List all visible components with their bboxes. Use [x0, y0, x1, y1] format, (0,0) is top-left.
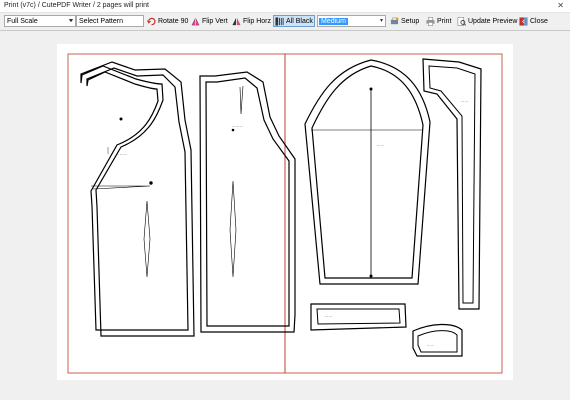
rotate-icon: [147, 17, 156, 25]
pattern-piece-collar-band: — —: [310, 303, 407, 331]
flip-vert-button[interactable]: Flip Vert: [190, 15, 229, 27]
line-weight-select[interactable]: Medium ▾: [317, 15, 386, 27]
svg-text:— — —: — — —: [116, 152, 127, 156]
close-icon: [519, 16, 528, 26]
pattern-select[interactable]: Select Pattern ▾: [69, 15, 144, 27]
setup-button[interactable]: Setup: [389, 15, 420, 27]
setup-label: Setup: [401, 17, 420, 25]
flip-vertical-icon: [191, 16, 200, 25]
pattern-piece-front-bodice: — — —: [80, 61, 195, 337]
chevron-down-icon: ▾: [69, 18, 73, 24]
pattern-select-value: Select Pattern: [79, 17, 123, 25]
chevron-down-icon: ▾: [379, 18, 383, 24]
svg-text:— —: — —: [325, 314, 332, 318]
close-label: Close: [530, 17, 548, 25]
svg-text:— —: — —: [377, 143, 384, 147]
flip-horz-button[interactable]: Flip Horz: [231, 15, 272, 27]
scale-select-value: Full Scale: [7, 17, 38, 25]
rotate-button[interactable]: Rotate 90: [146, 15, 189, 27]
scale-select[interactable]: Full Scale ▾: [4, 15, 76, 27]
svg-text:— — —: — — —: [232, 124, 243, 128]
window-title: Print (v7c) / CutePDF Writer / 2 pages w…: [4, 2, 149, 9]
print-label: Print: [437, 17, 452, 25]
pattern-piece-sleeve: — —: [304, 59, 431, 285]
close-button[interactable]: Close: [518, 15, 549, 27]
print-toolbar: Full Scale ▾ Select Pattern ▾ Rotate 90 …: [0, 13, 570, 31]
flip-vert-label: Flip Vert: [202, 17, 228, 25]
setup-icon: [390, 16, 399, 24]
pattern-piece-collar: — —: [412, 323, 463, 357]
line-weight-value: Medium: [319, 17, 348, 25]
print-preview-page: — — — — — — — — — — — — — —: [57, 44, 513, 380]
svg-text:— —: — —: [461, 99, 468, 103]
print-button[interactable]: Print: [425, 15, 452, 27]
pattern-piece-back-bodice: — — —: [199, 71, 296, 333]
printer-icon: [426, 16, 435, 26]
update-preview-button[interactable]: Update Preview: [456, 15, 518, 27]
flip-horz-label: Flip Horz: [243, 17, 272, 25]
ruler-icon: [275, 16, 284, 26]
flip-horizontal-icon: [232, 17, 241, 25]
all-black-toggle[interactable]: All Black: [273, 15, 315, 27]
window-close-icon[interactable]: ✕: [557, 1, 564, 10]
update-preview-icon: [457, 16, 466, 26]
update-preview-label: Update Preview: [468, 17, 518, 25]
all-black-label: All Black: [286, 17, 313, 25]
window-titlebar: Print (v7c) / CutePDF Writer / 2 pages w…: [0, 0, 570, 13]
rotate-label: Rotate 90: [158, 17, 189, 25]
pattern-piece-facing: — —: [422, 58, 482, 310]
svg-text:— —: — —: [427, 343, 434, 347]
pattern-preview: — — — — — — — — — — — — — —: [67, 53, 503, 374]
